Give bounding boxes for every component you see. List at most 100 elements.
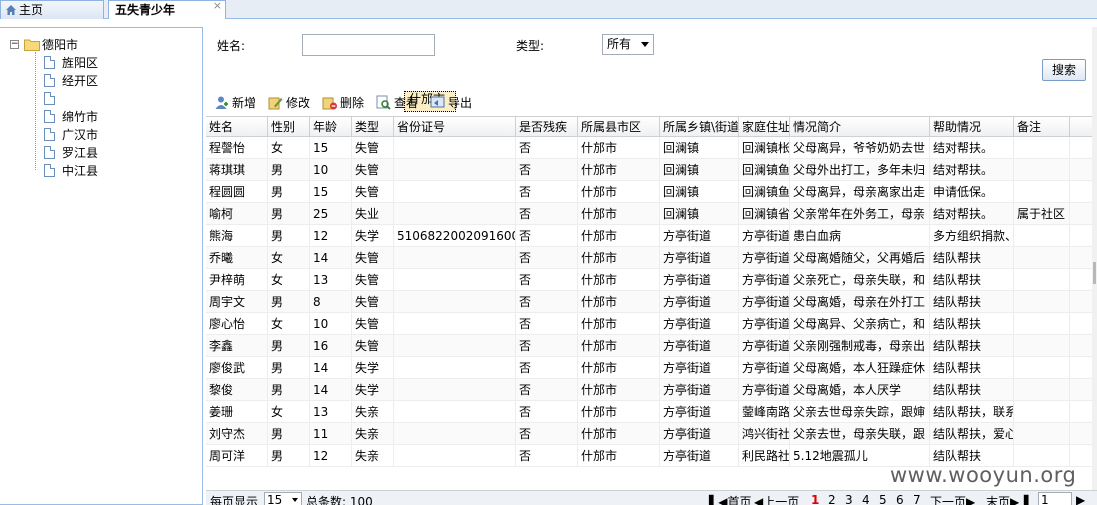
goto-page-input[interactable]: 1 xyxy=(1038,492,1072,505)
table-cell: 什邡市 xyxy=(578,291,660,312)
add-user-icon xyxy=(215,96,228,109)
table-cell: 510682200209160017 xyxy=(394,225,516,246)
table-row[interactable]: 廖俊武男 14 失学否什邡市 方亭街道 方亭街道 父母离婚，本人狂躁症休 结队帮扶 xyxy=(206,357,1097,379)
view-button[interactable]: 查看 xyxy=(376,91,418,115)
page-number-link[interactable]: 7 xyxy=(913,493,921,505)
column-header[interactable]: 姓名 xyxy=(206,117,268,136)
table-cell: 否 xyxy=(516,225,578,246)
name-input[interactable] xyxy=(302,34,435,56)
next-page-label: 下一页 xyxy=(930,495,967,505)
tab-home-label: 主页 xyxy=(19,3,44,17)
table-row[interactable]: 乔曦女 14 失管否什邡市 方亭街道 方亭街道 父母离婚随父，父再婚后 结队帮扶 xyxy=(206,247,1097,269)
toolbar: 新增 修改 删除 查看 导出 xyxy=(206,91,1097,115)
table-row[interactable]: 姜珊女 13 失亲 否什邡市 方亭街道 蓥峰南路 父亲去世母亲失踪，跟婶 结队帮扶，联系 xyxy=(206,401,1097,423)
table-row[interactable]: 黎俊男 14 失学否什邡市 方亭街道 方亭街道 父母离婚，本人厌学 结队帮扶 xyxy=(206,379,1097,401)
vertical-scrollbar[interactable] xyxy=(1092,27,1097,505)
table-cell: 方亭街道 xyxy=(739,291,790,312)
edit-button[interactable]: 修改 xyxy=(268,91,310,115)
table-cell: 结队帮扶，爱心 xyxy=(930,423,1014,444)
table-cell: 蓥峰南路 xyxy=(739,401,790,422)
page-number-link[interactable]: 2 xyxy=(828,493,836,505)
column-header[interactable]: 是否残疾 xyxy=(516,117,578,136)
table-row[interactable]: 刘守杰男 11 失亲 否什邡市 方亭街道 鸿兴街社 父亲去世，母亲失联，跟 结队帮扶，爱心 xyxy=(206,423,1097,445)
table-cell xyxy=(1014,181,1070,202)
column-header[interactable]: 性别 xyxy=(268,117,310,136)
search-button[interactable]: 搜索 xyxy=(1042,59,1086,81)
page-number-link[interactable]: 3 xyxy=(845,493,853,505)
table-cell xyxy=(1014,159,1070,180)
table-cell: 方亭街道 xyxy=(660,313,739,334)
tab-close-icon[interactable]: × xyxy=(213,0,222,15)
table-cell: 失管 xyxy=(352,313,394,334)
type-select[interactable]: 所有 xyxy=(602,34,654,55)
type-select-value: 所有 xyxy=(607,37,632,51)
table-cell: 周可洋 xyxy=(206,445,268,466)
table-cell: 回澜镇鱼 xyxy=(739,181,790,202)
table-cell: 方亭街道 xyxy=(739,225,790,246)
table-cell: 回澜镇 xyxy=(660,137,739,158)
table-cell: 女 xyxy=(268,401,310,422)
table-cell xyxy=(1014,335,1070,356)
per-page-select[interactable]: 15 xyxy=(264,492,302,505)
table-cell: 父母离异、父亲病亡，和 xyxy=(790,313,930,334)
table-cell: 14 xyxy=(310,247,352,268)
table-row[interactable]: 周宇文男 8 失管否什邡市 方亭街道 方亭街道 父母离婚，母亲在外打工 结队帮扶 xyxy=(206,291,1097,313)
export-button[interactable]: 导出 xyxy=(430,91,472,115)
table-cell: 方亭街道 xyxy=(739,313,790,334)
column-header[interactable]: 类型 xyxy=(352,117,394,136)
table-row[interactable]: 程謦怡女 15 失管 否什邡市 回澜镇 回澜镇枨 父母离异，爷爷奶奶去世 结对帮扶。 xyxy=(206,137,1097,159)
table-row[interactable]: 尹梓萌女 13 失管否什邡市 方亭街道 方亭街道 父亲死亡，母亲失联，和 结队帮扶 xyxy=(206,269,1097,291)
table-row[interactable]: 蒋琪琪男 10 失管 否什邡市 回澜镇 回澜镇鱼 父母外出打工，多年未归 结对帮扶。 xyxy=(206,159,1097,181)
column-header[interactable]: 家庭住址 xyxy=(739,117,790,136)
add-button[interactable]: 新增 xyxy=(214,91,256,115)
table-cell: 否 xyxy=(516,313,578,334)
table-cell: 蒋琪琪 xyxy=(206,159,268,180)
table-row[interactable]: 喻柯男 25 失业 否什邡市 回澜镇 回澜镇省 父亲常年在外务工，母亲 结对帮扶。 属于社区 xyxy=(206,203,1097,225)
delete-label: 删除 xyxy=(340,96,365,110)
table-cell: 否 xyxy=(516,335,578,356)
table-cell xyxy=(394,313,516,334)
table-cell xyxy=(1014,247,1070,268)
table-cell: 方亭街道 xyxy=(739,269,790,290)
tab-wushi[interactable]: 五失青少年 × xyxy=(108,0,226,19)
edit-icon xyxy=(268,97,283,110)
column-header[interactable]: 备注 xyxy=(1014,117,1070,136)
table-cell xyxy=(1014,379,1070,400)
table-cell xyxy=(1014,225,1070,246)
grid-header: 姓名 性别 年龄 类型 省份证号 是否残疾 所属县市区 所属乡镇\街道 家庭住址 情况简介 帮助情况… xyxy=(206,116,1097,137)
table-row[interactable]: 程圆圆男 15 失管 否什邡市 回澜镇 回澜镇鱼 父母离异，母亲离家出走 申请低保。 xyxy=(206,181,1097,203)
table-cell: 什邡市 xyxy=(578,203,660,224)
delete-button[interactable]: 删除 xyxy=(322,91,364,115)
table-row[interactable]: 熊海男12失学510682200209160017否什邡市方亭街道方亭街道患白血… xyxy=(206,225,1097,247)
table-cell: 13 xyxy=(310,269,352,290)
table-row[interactable]: 李鑫男 16 失管否什邡市 方亭街道 方亭街道 父亲刚强制戒毒，母亲出 结队帮扶 xyxy=(206,335,1097,357)
table-cell: 结队帮扶 xyxy=(930,379,1014,400)
column-header[interactable]: 所属县市区 xyxy=(578,117,660,136)
collapse-icon[interactable]: − xyxy=(10,40,19,49)
table-row[interactable]: 廖心怡女 10 失管否什邡市 方亭街道 方亭街道 父母离异、父亲病亡，和 结队帮扶 xyxy=(206,313,1097,335)
page-number-link[interactable]: 6 xyxy=(896,493,904,505)
export-icon xyxy=(430,96,445,108)
column-header[interactable]: 帮助情况 xyxy=(930,117,1014,136)
first-page-link[interactable]: ▌◀首页 xyxy=(709,493,751,505)
table-cell xyxy=(394,291,516,312)
column-header[interactable]: 年龄 xyxy=(310,117,352,136)
go-icon[interactable]: ▶ xyxy=(1076,493,1085,505)
table-cell: 父母离婚，本人厌学 xyxy=(790,379,930,400)
next-page-link[interactable]: 下一页▶ xyxy=(930,493,975,505)
column-header[interactable]: 情况简介 xyxy=(790,117,930,136)
table-cell: 乔曦 xyxy=(206,247,268,268)
prev-page-link[interactable]: ◀上一页 xyxy=(754,493,799,505)
column-header[interactable]: 省份证号 xyxy=(394,117,516,136)
tab-home[interactable]: 主页 xyxy=(0,0,104,19)
table-cell: 方亭街道 xyxy=(739,247,790,268)
tree-node-label: 经开区 xyxy=(62,74,99,88)
table-cell: 什邡市 xyxy=(578,445,660,466)
page-number-link[interactable]: 5 xyxy=(879,493,887,505)
table-cell: 结对帮扶。 xyxy=(930,137,1014,158)
page-number-link[interactable]: 4 xyxy=(862,493,870,505)
table-cell: 黎俊 xyxy=(206,379,268,400)
page-number-link[interactable]: 1 xyxy=(811,493,819,505)
column-header[interactable]: 所属乡镇\街道 xyxy=(660,117,739,136)
last-page-link[interactable]: 末页▶▐ xyxy=(986,493,1028,505)
